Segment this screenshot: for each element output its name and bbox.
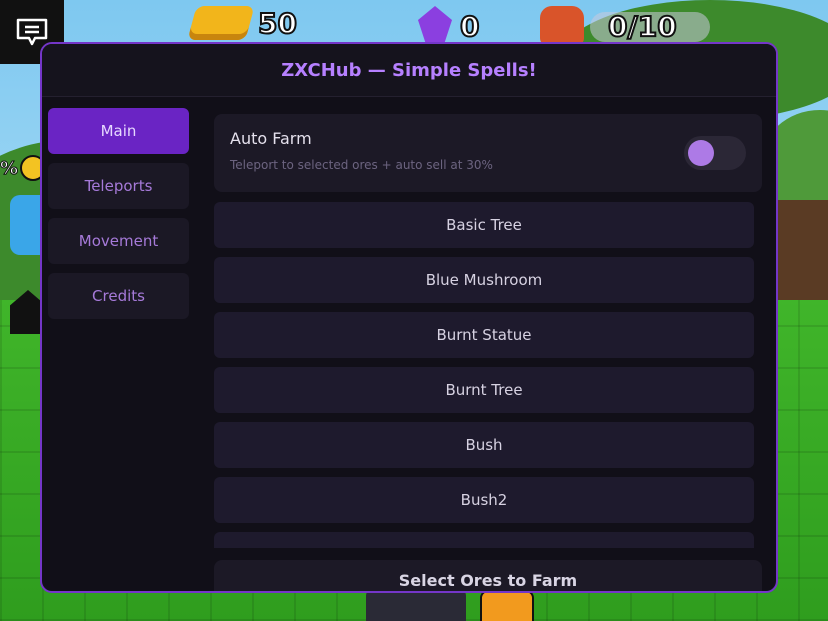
- backpack-counter: 0/10: [540, 6, 678, 46]
- list-item[interactable]: Bush: [214, 422, 754, 468]
- tab-teleports[interactable]: Teleports: [48, 163, 189, 209]
- gold-counter: 50: [187, 6, 298, 41]
- title-divider: [42, 96, 776, 97]
- tab-movement[interactable]: Movement: [48, 218, 189, 264]
- auto-farm-toggle[interactable]: [684, 136, 746, 170]
- gem-counter: 0: [418, 6, 481, 46]
- gold-value: 50: [257, 6, 298, 41]
- tab-credits[interactable]: Credits: [48, 273, 189, 319]
- list-item[interactable]: Basic Tree: [214, 202, 754, 248]
- backpack-value: 0/10: [607, 9, 678, 44]
- side-percent: %: [0, 158, 19, 180]
- dirt-block: [770, 200, 828, 300]
- toggle-knob: [688, 140, 714, 166]
- auto-farm-description: Teleport to selected ores + auto sell at…: [230, 158, 493, 172]
- main-panel: Auto Farm Teleport to selected ores + au…: [214, 114, 762, 591]
- auto-farm-card: Auto Farm Teleport to selected ores + au…: [214, 114, 762, 192]
- list-item[interactable]: Burnt Tree: [214, 367, 754, 413]
- backpack-icon: [540, 6, 584, 46]
- gold-bar-icon: [187, 6, 255, 40]
- ore-list[interactable]: Basic Tree Blue Mushroom Burnt Statue Bu…: [214, 202, 754, 548]
- list-item[interactable]: [214, 532, 754, 548]
- gem-value: 0: [459, 9, 481, 44]
- list-item[interactable]: Burnt Statue: [214, 312, 754, 358]
- tab-main[interactable]: Main: [48, 108, 189, 154]
- list-item[interactable]: Blue Mushroom: [214, 257, 754, 303]
- hotbar-add-slot[interactable]: [480, 590, 534, 621]
- sidebar: Main Teleports Movement Credits: [48, 108, 191, 328]
- select-ores-button[interactable]: Select Ores to Farm: [214, 560, 762, 591]
- hub-title: ZXCHub — Simple Spells!: [42, 44, 776, 96]
- hub-window: ZXCHub — Simple Spells! Main Teleports M…: [40, 42, 778, 593]
- list-item[interactable]: Bush2: [214, 477, 754, 523]
- gem-icon: [418, 6, 452, 46]
- auto-farm-title: Auto Farm: [230, 129, 312, 148]
- chat-icon: [16, 18, 48, 46]
